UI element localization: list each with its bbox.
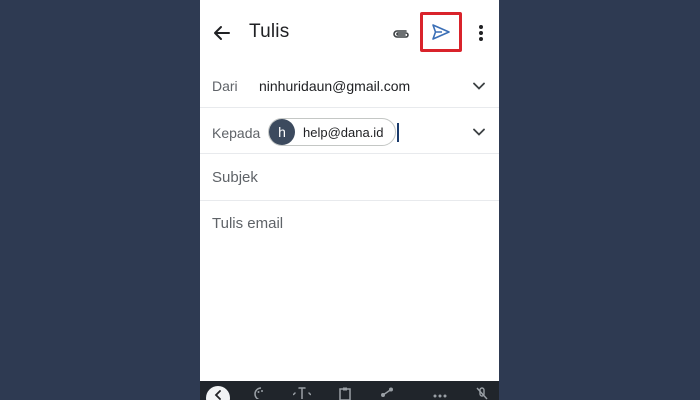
text-cursor [397, 123, 399, 142]
recipient-chip[interactable]: h help@dana.id [268, 118, 397, 146]
share-icon [381, 387, 393, 397]
avatar: h [269, 119, 295, 145]
palette-icon [254, 387, 263, 399]
from-expand-button[interactable] [471, 78, 487, 94]
to-row[interactable]: Kepada h help@dana.id [200, 108, 499, 154]
paperclip-icon [393, 30, 409, 38]
send-button[interactable] [420, 12, 462, 52]
text-move-icon [293, 387, 311, 399]
send-icon [432, 24, 450, 40]
to-label: Kepada [212, 125, 261, 141]
share-button[interactable] [378, 387, 396, 400]
subject-input[interactable]: Subjek [212, 169, 258, 186]
more-keyboard-button[interactable] [431, 387, 449, 400]
to-expand-button[interactable] [471, 124, 487, 140]
chevron-down-icon [473, 128, 485, 136]
mic-off-icon [476, 387, 488, 400]
from-value: ninhuridaun@gmail.com [259, 78, 411, 94]
mic-off-button[interactable] [473, 387, 491, 400]
recipient-email: help@dana.id [303, 124, 384, 140]
page-title: Tulis [249, 21, 290, 42]
subject-row[interactable]: Subjek [200, 154, 499, 201]
back-button[interactable] [211, 22, 233, 44]
app-bar: Tulis [200, 0, 499, 66]
more-vert-icon [479, 25, 483, 41]
keyboard-collapse-button[interactable] [206, 386, 230, 400]
clipboard-icon [339, 387, 351, 400]
chevron-left-icon [214, 390, 221, 400]
compose-screen: Tulis Dari ninhuridaun@gmail.com Kepada … [200, 0, 499, 400]
from-row[interactable]: Dari ninhuridaun@gmail.com [200, 66, 499, 108]
chevron-down-icon [473, 82, 485, 90]
attach-button[interactable] [390, 23, 412, 45]
clipboard-button[interactable] [336, 387, 354, 400]
body-input[interactable]: Tulis email [212, 215, 283, 232]
arrow-left-icon [214, 26, 230, 40]
more-options-button[interactable] [470, 22, 492, 44]
theme-button[interactable] [252, 387, 270, 400]
keyboard-toolbar [200, 381, 499, 400]
from-label: Dari [212, 78, 238, 94]
more-horiz-icon [433, 394, 447, 398]
text-cursor-button[interactable] [293, 387, 311, 400]
